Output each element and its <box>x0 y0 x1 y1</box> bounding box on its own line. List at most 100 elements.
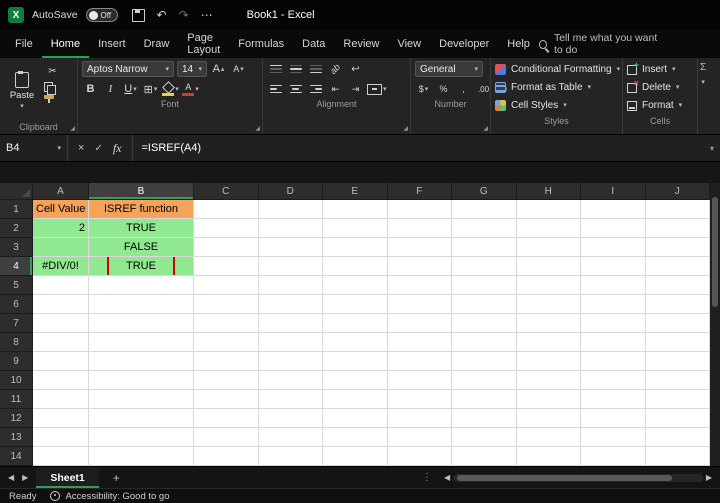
cell-G1[interactable] <box>452 200 517 219</box>
cell-H7[interactable] <box>516 314 581 333</box>
cell-A12[interactable] <box>33 409 89 428</box>
cell-J2[interactable] <box>645 219 710 238</box>
cell-F13[interactable] <box>387 428 452 447</box>
vertical-scrollbar[interactable] <box>710 183 720 466</box>
cell-A1[interactable]: Cell Value <box>33 200 89 219</box>
cell-H3[interactable] <box>516 238 581 257</box>
cell-F9[interactable] <box>387 352 452 371</box>
cell-D13[interactable] <box>258 428 323 447</box>
horizontal-scrollbar[interactable]: ◀ ▶ <box>444 472 712 484</box>
cell-C9[interactable] <box>194 352 259 371</box>
format-as-table-button[interactable]: Format as Table ▾ <box>495 79 618 96</box>
grow-font-button[interactable]: A ▴ <box>210 61 227 77</box>
cell-D10[interactable] <box>258 371 323 390</box>
cell-B10[interactable] <box>89 371 194 390</box>
menu-tab-insert[interactable]: Insert <box>89 30 135 58</box>
horizontal-scrollbar-track[interactable] <box>453 473 703 482</box>
column-header-i[interactable]: I <box>581 183 646 200</box>
column-header-h[interactable]: H <box>516 183 581 200</box>
formula-input[interactable]: =ISREF(A4) <box>133 135 704 161</box>
decrease-indent-button[interactable]: ⇤ <box>327 81 344 97</box>
vertical-scrollbar-thumb[interactable] <box>712 197 718 307</box>
cell-H2[interactable] <box>516 219 581 238</box>
cell-B8[interactable] <box>89 333 194 352</box>
cell-A8[interactable] <box>33 333 89 352</box>
cell-J7[interactable] <box>645 314 710 333</box>
cell-J10[interactable] <box>645 371 710 390</box>
shrink-font-button[interactable]: A ▾ <box>230 61 247 77</box>
cell-C14[interactable] <box>194 447 259 466</box>
number-format-combo[interactable]: General ▾ <box>415 61 483 77</box>
menu-tab-data[interactable]: Data <box>293 30 334 58</box>
cell-B4[interactable]: TRUE <box>89 257 194 276</box>
cell-G6[interactable] <box>452 295 517 314</box>
cell-B3[interactable]: FALSE <box>89 238 194 257</box>
cell-J12[interactable] <box>645 409 710 428</box>
column-header-d[interactable]: D <box>258 183 323 200</box>
cell-G7[interactable] <box>452 314 517 333</box>
cell-D6[interactable] <box>258 295 323 314</box>
cell-F8[interactable] <box>387 333 452 352</box>
increase-decimal-button[interactable]: .00 <box>475 81 492 97</box>
scroll-left-icon[interactable]: ◀ <box>444 473 450 482</box>
cell-C10[interactable] <box>194 371 259 390</box>
cell-D3[interactable] <box>258 238 323 257</box>
cell-C3[interactable] <box>194 238 259 257</box>
menu-tab-review[interactable]: Review <box>334 30 388 58</box>
wrap-text-button[interactable]: ↩ <box>347 61 364 77</box>
cell-I11[interactable] <box>581 390 646 409</box>
column-header-b[interactable]: B <box>89 183 194 200</box>
insert-cells-button[interactable]: Insert ▾ <box>627 60 693 78</box>
scroll-right-icon[interactable]: ▶ <box>706 473 712 482</box>
format-cells-button[interactable]: Format ▾ <box>627 97 693 114</box>
cell-J9[interactable] <box>645 352 710 371</box>
cell-I2[interactable] <box>581 219 646 238</box>
font-color-button[interactable]: A ▾ <box>182 81 199 97</box>
cell-J14[interactable] <box>645 447 710 466</box>
copy-button[interactable] <box>44 82 56 95</box>
underline-button[interactable]: U ▾ <box>122 81 139 97</box>
cell-I5[interactable] <box>581 276 646 295</box>
cell-H11[interactable] <box>516 390 581 409</box>
new-sheet-button[interactable]: + <box>107 471 126 485</box>
cell-E12[interactable] <box>323 409 388 428</box>
cell-B2[interactable]: TRUE <box>89 219 194 238</box>
cell-J8[interactable] <box>645 333 710 352</box>
autosum-icon[interactable]: Σ <box>700 62 706 73</box>
row-header-6[interactable]: 6 <box>0 295 33 314</box>
column-header-g[interactable]: G <box>452 183 517 200</box>
customize-toolbar-icon[interactable]: ⋯ <box>201 9 213 21</box>
enter-formula-icon[interactable]: ✓ <box>94 143 102 154</box>
cell-J5[interactable] <box>645 276 710 295</box>
cell-B7[interactable] <box>89 314 194 333</box>
cell-D14[interactable] <box>258 447 323 466</box>
menu-tab-file[interactable]: File <box>6 30 42 58</box>
bold-button[interactable]: B <box>82 81 99 97</box>
cell-D8[interactable] <box>258 333 323 352</box>
cell-D2[interactable] <box>258 219 323 238</box>
cell-E1[interactable] <box>323 200 388 219</box>
name-box[interactable]: B4 ▾ <box>0 135 68 161</box>
cell-F2[interactable] <box>387 219 452 238</box>
alignment-dialog-launcher-icon[interactable]: ◢ <box>403 125 408 132</box>
row-header-14[interactable]: 14 <box>0 447 33 466</box>
column-header-c[interactable]: C <box>194 183 259 200</box>
cell-F12[interactable] <box>387 409 452 428</box>
undo-icon[interactable]: ↶ <box>157 9 167 21</box>
cell-H14[interactable] <box>516 447 581 466</box>
cell-C2[interactable] <box>194 219 259 238</box>
row-header-11[interactable]: 11 <box>0 390 33 409</box>
menu-tab-home[interactable]: Home <box>42 30 89 58</box>
row-header-9[interactable]: 9 <box>0 352 33 371</box>
cell-B9[interactable] <box>89 352 194 371</box>
next-sheet-icon[interactable]: ▶ <box>22 473 28 482</box>
cell-B12[interactable] <box>89 409 194 428</box>
cell-F7[interactable] <box>387 314 452 333</box>
accounting-format-button[interactable]: $ ▾ <box>415 81 432 97</box>
chevron-down-icon[interactable]: ▾ <box>701 79 705 86</box>
cell-A9[interactable] <box>33 352 89 371</box>
accessibility-status[interactable]: Accessibility: Good to go <box>50 491 170 502</box>
cell-C1[interactable] <box>194 200 259 219</box>
cell-H13[interactable] <box>516 428 581 447</box>
horizontal-scrollbar-thumb[interactable] <box>457 474 673 481</box>
